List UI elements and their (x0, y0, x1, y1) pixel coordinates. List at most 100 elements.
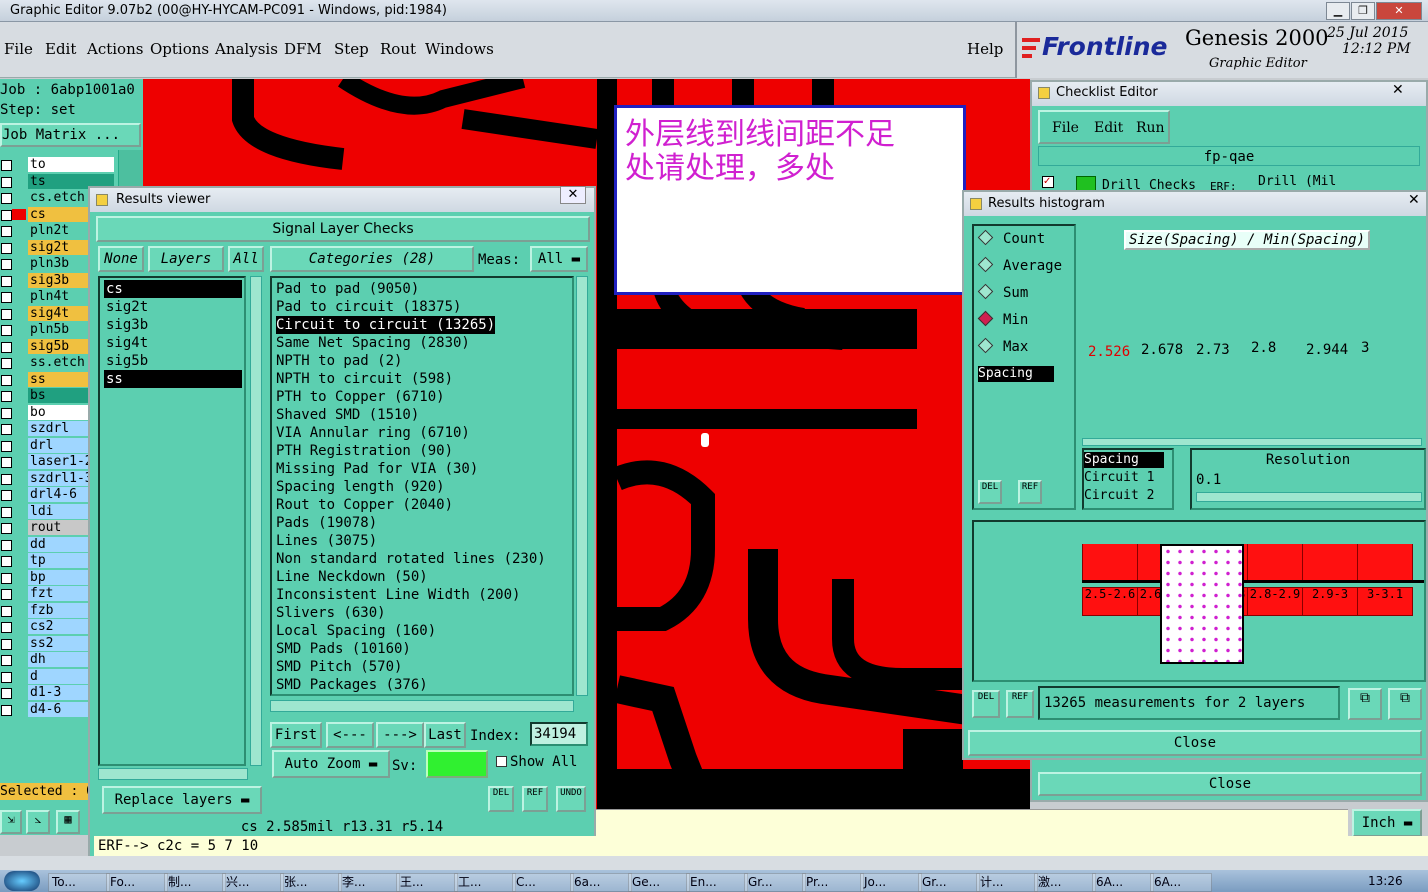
taskbar-item[interactable]: Gr... (744, 873, 806, 892)
tool-grid-icon[interactable]: ▦ (56, 810, 80, 834)
taskbar-item[interactable]: To... (48, 873, 110, 892)
taskbar-item[interactable]: C... (512, 873, 574, 892)
category-item[interactable]: PTH to Copper (6710) (276, 388, 445, 406)
layer-checkbox[interactable] (1, 655, 12, 666)
category-item[interactable]: Circuit to circuit (13265) (276, 316, 496, 334)
layer-checkbox[interactable] (1, 440, 12, 452)
start-icon[interactable] (4, 871, 40, 891)
layer-checkbox[interactable] (1, 622, 12, 633)
category-item[interactable]: NPTH to circuit (598) (276, 370, 453, 388)
layer-checkbox[interactable] (1, 572, 12, 584)
menu-windows[interactable]: Windows (425, 40, 494, 58)
preview-del-button[interactable]: DEL (972, 690, 1000, 718)
layer-checkbox[interactable] (1, 523, 12, 534)
result-layer-item[interactable]: sig5b (104, 352, 242, 370)
layer-checkbox[interactable] (1, 671, 12, 683)
category-item[interactable]: Spacing length (920) (276, 478, 445, 496)
taskbar-item[interactable]: En... (686, 873, 748, 892)
field-spacing[interactable]: Spacing (1084, 452, 1164, 468)
export-icon[interactable]: ⧉ (1348, 688, 1382, 720)
show-all-checkbox[interactable] (496, 756, 507, 767)
close-window-icon[interactable]: ✕ (1376, 2, 1422, 20)
minimize-icon[interactable]: ▁ (1326, 2, 1350, 20)
last-button[interactable]: Last (424, 722, 466, 748)
taskbar-item[interactable]: 李... (338, 873, 400, 892)
resolution-slider[interactable] (1196, 492, 1422, 502)
result-layer-item[interactable]: sig4t (104, 334, 242, 352)
layer-checkbox[interactable] (1, 473, 12, 485)
meas-dropdown[interactable]: All ▬ (530, 246, 588, 272)
maximize-icon[interactable]: ❐ (1351, 2, 1375, 20)
category-item[interactable]: Local Spacing (160) (276, 622, 436, 640)
tool-measure-icon[interactable]: ⦣ (26, 810, 50, 834)
taskbar-item[interactable]: Pr... (802, 873, 864, 892)
rv-del-button[interactable]: DEL (488, 786, 514, 812)
category-list-scrollbar[interactable] (576, 276, 588, 696)
menu-analysis[interactable]: Analysis (215, 40, 278, 58)
layers-button[interactable]: Layers (148, 246, 224, 272)
layer-checkbox[interactable] (1, 605, 12, 617)
layer-checkbox[interactable] (1, 539, 12, 551)
category-item[interactable]: SMD Pads (10160) (276, 640, 411, 658)
layer-checkbox[interactable] (1, 490, 12, 501)
layer-checkbox[interactable] (1, 193, 12, 204)
drill-check-checkbox[interactable]: ✓ (1042, 176, 1054, 188)
first-button[interactable]: First (270, 722, 322, 748)
category-item[interactable]: NPTH to pad (2) (276, 352, 402, 370)
layer-checkbox[interactable] (1, 704, 12, 716)
layer-checkbox[interactable] (1, 325, 12, 336)
result-layer-item[interactable]: sig3b (104, 316, 242, 334)
taskbar-item[interactable]: 激... (1034, 873, 1096, 892)
taskbar-item[interactable]: 计... (976, 873, 1038, 892)
category-item[interactable]: Inconsistent Line Width (200) (276, 586, 520, 604)
category-item[interactable]: Shaved SMD (1510) (276, 406, 419, 424)
layer-checkbox[interactable] (1, 457, 12, 468)
category-item[interactable]: Same Net Spacing (2830) (276, 334, 470, 352)
menu-rout[interactable]: Rout (380, 40, 416, 58)
none-button[interactable]: None (98, 246, 144, 272)
result-layer-item[interactable]: ss (104, 370, 242, 388)
layer-checkbox[interactable] (1, 176, 12, 188)
categories-button[interactable]: Categories (28) (270, 246, 474, 272)
category-item[interactable]: Non standard rotated lines (230) (276, 550, 546, 568)
category-item[interactable]: Missing Pad for VIA (30) (276, 460, 478, 478)
job-matrix-button[interactable]: Job Matrix ... (0, 123, 141, 147)
tool-zoom-icon[interactable]: ⇲ (0, 810, 22, 834)
checklist-close-button[interactable]: Close (1038, 772, 1422, 796)
replace-layers-dropdown[interactable]: Replace layers ▬ (102, 786, 262, 814)
category-item[interactable]: Lines (3075) (276, 532, 377, 550)
category-item[interactable]: Slivers (630) (276, 604, 386, 622)
sv-color-dropdown[interactable] (426, 750, 488, 778)
layer-checkbox[interactable] (1, 358, 12, 369)
all-layers-button[interactable]: All (228, 246, 264, 272)
rv-ref-button[interactable]: REF (522, 786, 548, 812)
menu-file[interactable]: File (4, 40, 33, 58)
checklist-menu-run[interactable]: Run (1136, 120, 1165, 136)
checklist-menu-file[interactable]: File (1052, 120, 1079, 136)
next-button[interactable]: ---> (376, 722, 424, 748)
taskbar-item[interactable]: 王... (396, 873, 458, 892)
taskbar-item[interactable]: 6a... (570, 873, 632, 892)
checklist-menu-edit[interactable]: Edit (1094, 120, 1123, 136)
result-layer-item[interactable]: sig2t (104, 298, 242, 316)
histogram-hscroll[interactable] (1082, 438, 1422, 446)
layer-checkbox[interactable] (1, 259, 12, 270)
layer-checkbox[interactable] (1, 308, 12, 320)
histogram-close-button[interactable]: Close (968, 730, 1422, 756)
preview-ref-button[interactable]: REF (1006, 690, 1034, 718)
category-item[interactable]: Pads (19078) (276, 514, 377, 532)
layer-checkbox[interactable] (1, 160, 12, 171)
layer-checkbox[interactable] (1, 226, 12, 237)
layer-checkbox[interactable] (1, 688, 12, 699)
layer-list-scrollbar[interactable] (250, 276, 262, 766)
category-list-hscroll[interactable] (270, 700, 574, 712)
category-item[interactable]: PTH Registration (90) (276, 442, 453, 460)
layer-checkbox[interactable] (1, 292, 12, 303)
category-item[interactable]: Pad to pad (9050) (276, 280, 419, 298)
menu-edit[interactable]: Edit (45, 40, 76, 58)
checklist-close-icon[interactable]: ✕ (1392, 82, 1404, 98)
taskbar-item[interactable]: 兴... (222, 873, 284, 892)
auto-zoom-dropdown[interactable]: Auto Zoom ▬ (272, 750, 390, 778)
category-item[interactable]: Rout to Copper (2040) (276, 496, 453, 514)
layer-checkbox[interactable] (1, 506, 12, 518)
